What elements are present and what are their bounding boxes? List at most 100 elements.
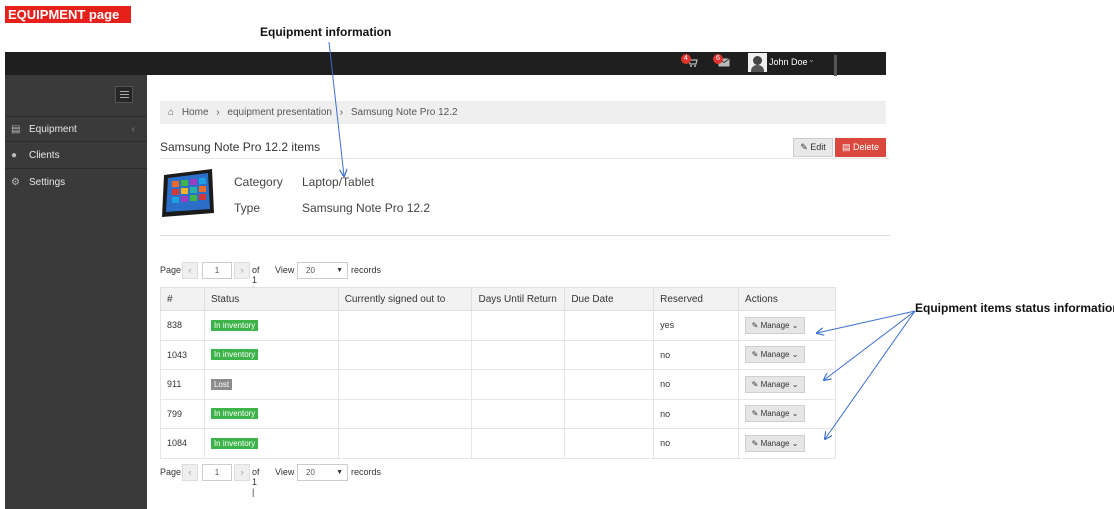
home-icon[interactable]: ⌂ bbox=[168, 107, 174, 118]
status-badge: Lost bbox=[210, 378, 233, 390]
sidebar-item-equipment[interactable]: ▤ Equipment ‹ bbox=[5, 116, 147, 142]
column-header-days-until-return[interactable]: Days Until Return bbox=[471, 287, 566, 311]
item-signed-out bbox=[337, 398, 473, 429]
chevron-left-icon: ‹ bbox=[131, 124, 135, 135]
equipment-thumbnail bbox=[162, 169, 214, 217]
view-label: View bbox=[275, 265, 295, 275]
table-row: 1043 In inventory no ✎ Manage ⌄ bbox=[160, 339, 836, 370]
page-input[interactable]: 1 bbox=[202, 464, 232, 481]
status-badge: In inventory bbox=[210, 408, 259, 420]
item-signed-out bbox=[337, 369, 473, 400]
pencil-icon: ✎ bbox=[751, 438, 759, 448]
item-days-until-return bbox=[471, 310, 566, 341]
item-actions-cell: ✎ Manage ⌄ bbox=[738, 339, 836, 370]
chevron-down-icon[interactable]: ⌄ bbox=[808, 55, 815, 64]
user-name[interactable]: John Doe bbox=[769, 57, 808, 67]
sidebar-item-label: Equipment bbox=[29, 124, 77, 135]
item-reserved: no bbox=[653, 398, 740, 429]
status-badge: In inventory bbox=[210, 437, 259, 449]
item-status-cell: In inventory bbox=[203, 339, 339, 370]
item-status-cell: In inventory bbox=[203, 398, 339, 429]
category-value: Laptop/Tablet bbox=[302, 175, 375, 189]
column-header-status[interactable]: Status bbox=[203, 287, 339, 311]
mail-badge: 6 bbox=[713, 54, 723, 64]
breadcrumb-separator: › bbox=[339, 107, 344, 118]
item-due-date bbox=[564, 398, 655, 429]
gears-icon: ⚙ bbox=[11, 177, 20, 188]
next-page-button[interactable]: › bbox=[234, 262, 250, 279]
item-status-cell: In inventory bbox=[203, 428, 339, 459]
avatar[interactable] bbox=[748, 53, 767, 72]
cart-badge: 4 bbox=[681, 54, 691, 64]
sidebar-item-label: Settings bbox=[29, 177, 66, 188]
list-icon: ▤ bbox=[11, 124, 21, 135]
chevron-down-icon: ⌄ bbox=[791, 438, 799, 448]
chevron-down-icon: ⌄ bbox=[791, 379, 799, 389]
item-id: 799 bbox=[160, 398, 205, 429]
item-due-date bbox=[564, 428, 655, 459]
next-page-button[interactable]: › bbox=[234, 464, 250, 481]
manage-button[interactable]: ✎ Manage ⌄ bbox=[745, 405, 806, 423]
page-label: Page bbox=[160, 265, 182, 275]
menu-toggle-icon[interactable] bbox=[115, 86, 133, 103]
of-pages-label: of 1 | bbox=[252, 467, 260, 497]
caret-down-icon: ▼ bbox=[336, 267, 343, 274]
per-page-value: 20 bbox=[306, 468, 315, 477]
breadcrumb-home[interactable]: Home bbox=[182, 107, 209, 118]
column-header-id[interactable]: # bbox=[160, 287, 205, 311]
table-header-row: # Status Currently signed out to Days Un… bbox=[160, 287, 836, 311]
prev-page-button[interactable]: ‹ bbox=[182, 262, 198, 279]
title-divider bbox=[160, 158, 890, 159]
column-header-actions: Actions bbox=[738, 287, 836, 311]
per-page-value: 20 bbox=[306, 266, 315, 275]
table-row: 799 In inventory no ✎ Manage ⌄ bbox=[160, 398, 836, 429]
user-icon: ● bbox=[11, 150, 18, 161]
item-reserved: no bbox=[653, 369, 740, 400]
item-actions-cell: ✎ Manage ⌄ bbox=[738, 369, 836, 400]
manage-button[interactable]: ✎ Manage ⌄ bbox=[745, 434, 806, 452]
item-id: 1043 bbox=[160, 339, 205, 370]
item-reserved: no bbox=[653, 428, 740, 459]
manage-button[interactable]: ✎ Manage ⌄ bbox=[745, 375, 806, 393]
sidebar-item-clients[interactable]: ● Clients bbox=[5, 143, 147, 169]
manage-label: Manage bbox=[760, 438, 790, 448]
chevron-down-icon: ⌄ bbox=[791, 320, 799, 330]
items-status-annotation: Equipment items status information bbox=[915, 301, 1114, 315]
status-badge: In inventory bbox=[210, 349, 259, 361]
per-page-select[interactable]: 20 ▼ bbox=[297, 262, 348, 279]
chevron-down-icon: ⌄ bbox=[791, 409, 799, 419]
item-due-date bbox=[564, 310, 655, 341]
trash-icon: ▤ bbox=[841, 142, 851, 152]
delete-button[interactable]: ▤ Delete bbox=[835, 138, 886, 157]
item-id: 1084 bbox=[160, 428, 205, 459]
page-input[interactable]: 1 bbox=[202, 262, 232, 279]
column-header-due-date[interactable]: Due Date bbox=[564, 287, 655, 311]
item-due-date bbox=[564, 369, 655, 400]
item-days-until-return bbox=[471, 339, 566, 370]
records-label: records bbox=[351, 265, 382, 275]
manage-label: Manage bbox=[760, 379, 790, 389]
sidebar: ▤ Equipment ‹ ● Clients ⚙ Settings bbox=[5, 75, 147, 509]
manage-button[interactable]: ✎ Manage ⌄ bbox=[745, 346, 806, 364]
item-signed-out bbox=[337, 310, 473, 341]
prev-page-button[interactable]: ‹ bbox=[182, 464, 198, 481]
chevron-down-icon: ⌄ bbox=[791, 350, 799, 360]
item-actions-cell: ✎ Manage ⌄ bbox=[738, 398, 836, 429]
sidebar-item-settings[interactable]: ⚙ Settings bbox=[5, 170, 147, 196]
breadcrumb-current: Samsung Note Pro 12.2 bbox=[350, 107, 458, 118]
page-tag: EQUIPMENT page bbox=[5, 6, 131, 23]
per-page-select[interactable]: 20 ▼ bbox=[297, 464, 348, 481]
edit-button[interactable]: ✎ Edit bbox=[793, 138, 833, 157]
breadcrumb-equipment-presentation[interactable]: equipment presentation bbox=[227, 107, 332, 118]
item-signed-out bbox=[337, 428, 473, 459]
topbar-divider bbox=[834, 55, 837, 76]
status-arrow-3 bbox=[825, 310, 916, 439]
column-header-signed-out[interactable]: Currently signed out to bbox=[337, 287, 473, 311]
manage-button[interactable]: ✎ Manage ⌄ bbox=[745, 316, 806, 334]
column-header-reserved[interactable]: Reserved bbox=[653, 287, 740, 311]
caret-down-icon: ▼ bbox=[336, 469, 343, 476]
manage-label: Manage bbox=[760, 409, 790, 419]
items-table: # Status Currently signed out to Days Un… bbox=[160, 287, 836, 459]
breadcrumb-separator: › bbox=[216, 107, 220, 118]
pencil-icon: ✎ bbox=[751, 409, 759, 419]
